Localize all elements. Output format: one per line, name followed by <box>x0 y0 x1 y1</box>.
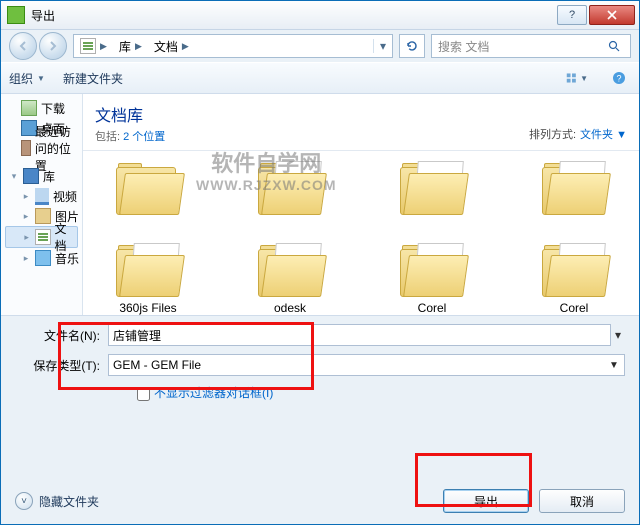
window-title: 导出 <box>31 7 555 24</box>
refresh-icon <box>405 39 419 53</box>
view-mode-button[interactable]: ▼ <box>565 67 589 89</box>
breadcrumb-label: 库 <box>119 38 131 55</box>
folder-icon <box>254 159 326 215</box>
folder-label: 360js Files <box>119 301 176 315</box>
sidebar-item-music[interactable]: ▸ 音乐 <box>1 248 82 268</box>
sidebar-item-label: 音乐 <box>55 250 79 267</box>
divider <box>83 150 639 151</box>
folder-icon <box>112 159 184 215</box>
dialog-body: 下载 桌面 最近访问的位置 ▾ 库 ▸ 视频 ▸ <box>1 94 639 316</box>
toolbar: 组织 ▼ 新建文件夹 ▼ ? <box>1 62 639 94</box>
svg-text:?: ? <box>616 74 621 84</box>
help-toolbar-button[interactable]: ? <box>607 67 631 89</box>
nav-bar: ▶ 库 ▶ 文档 ▶ ▾ 搜索 文档 <box>1 30 639 62</box>
new-folder-button[interactable]: 新建文件夹 <box>63 70 123 87</box>
sidebar-item-label: 最近访问的位置 <box>35 123 82 174</box>
window-controls: ? <box>555 5 635 25</box>
title-bar: 导出 ? <box>1 1 639 30</box>
footer: ˅ 隐藏文件夹 导出 取消 <box>1 478 639 524</box>
annotation-rect <box>58 322 314 390</box>
folder-item[interactable]: Corel <box>377 241 487 315</box>
folder-item[interactable] <box>519 159 629 235</box>
document-icon <box>80 38 96 54</box>
view-icon <box>566 71 578 85</box>
folder-item[interactable]: odesk <box>235 241 345 315</box>
folder-item[interactable]: Corel <box>519 241 629 315</box>
folder-icon <box>538 241 610 297</box>
library-title: 文档库 <box>95 102 529 126</box>
folder-item[interactable] <box>377 159 487 235</box>
help-icon: ? <box>612 71 626 85</box>
folder-label: odesk <box>274 301 306 315</box>
sidebar: 下载 桌面 最近访问的位置 ▾ 库 ▸ 视频 ▸ <box>1 94 83 315</box>
document-icon <box>35 229 50 245</box>
organize-menu[interactable]: 组织 ▼ <box>9 70 45 87</box>
sort-label: 排列方式: <box>529 126 576 142</box>
expand-icon[interactable]: ▾ <box>9 171 19 182</box>
libraries-icon <box>23 168 39 184</box>
expand-icon[interactable]: ▸ <box>21 253 31 264</box>
folder-item[interactable]: 360js Files <box>93 241 203 315</box>
folder-label: Corel <box>418 301 447 315</box>
pictures-icon <box>35 208 51 224</box>
folder-item[interactable] <box>93 159 203 235</box>
breadcrumb-root[interactable]: ▶ <box>74 35 113 57</box>
search-icon <box>608 40 620 52</box>
file-grid[interactable]: 360js Files odesk Corel Corel <box>83 153 639 315</box>
hidden-folders-toggle[interactable]: ˅ 隐藏文件夹 <box>15 492 99 510</box>
breadcrumb-dropdown[interactable]: ▾ <box>373 39 392 53</box>
sidebar-item-recent[interactable]: 最近访问的位置 <box>1 138 82 158</box>
breadcrumb-label: 文档 <box>154 38 178 55</box>
sidebar-item-documents[interactable]: ▸ 文档 <box>5 226 78 248</box>
search-placeholder: 搜索 文档 <box>438 38 608 55</box>
breadcrumb[interactable]: ▶ 库 ▶ 文档 ▶ ▾ <box>73 34 393 58</box>
videos-icon <box>35 188 49 205</box>
breadcrumb-seg-lib[interactable]: 库 ▶ <box>113 35 148 57</box>
expand-icon[interactable]: ▸ <box>22 232 31 243</box>
sidebar-item-label: 库 <box>43 168 55 185</box>
library-locations-link[interactable]: 2 个位置 <box>123 131 165 143</box>
library-subtitle: 包括: 2 个位置 <box>95 128 529 144</box>
sidebar-item-downloads[interactable]: 下载 <box>1 98 82 118</box>
forward-button[interactable] <box>39 32 67 60</box>
refresh-button[interactable] <box>399 34 425 58</box>
main-pane: 文档库 包括: 2 个位置 排列方式: 文件夹 ▼ <box>83 94 639 315</box>
close-icon <box>606 10 618 20</box>
expand-icon[interactable]: ▸ <box>21 211 31 222</box>
arrow-right-icon <box>47 40 59 52</box>
breadcrumb-seg-docs[interactable]: 文档 ▶ <box>148 35 195 57</box>
filename-dropdown[interactable]: ▾ <box>611 328 625 342</box>
search-input[interactable]: 搜索 文档 <box>431 34 631 58</box>
new-folder-label: 新建文件夹 <box>63 70 123 87</box>
close-button[interactable] <box>589 5 635 25</box>
recent-icon <box>21 140 31 156</box>
folder-icon <box>254 241 326 297</box>
cancel-button[interactable]: 取消 <box>539 489 625 513</box>
sidebar-item-label: 视频 <box>53 188 77 205</box>
folder-item[interactable] <box>235 159 345 235</box>
sidebar-item-videos[interactable]: ▸ 视频 <box>1 186 82 206</box>
music-icon <box>35 250 51 266</box>
downloads-icon <box>21 100 37 116</box>
library-header: 文档库 包括: 2 个位置 排列方式: 文件夹 ▼ <box>83 94 639 146</box>
hidden-folders-label: 隐藏文件夹 <box>39 493 99 510</box>
folder-icon <box>538 159 610 215</box>
organize-label: 组织 <box>9 70 33 87</box>
folder-icon <box>112 241 184 297</box>
chevron-up-icon: ˅ <box>15 492 33 510</box>
expand-icon[interactable]: ▸ <box>21 191 31 202</box>
arrow-left-icon <box>17 40 29 52</box>
folder-icon <box>396 241 468 297</box>
sort-by: 排列方式: 文件夹 ▼ <box>529 102 627 144</box>
app-icon <box>7 6 25 24</box>
sidebar-item-label: 下载 <box>41 100 65 117</box>
annotation-rect <box>415 453 532 507</box>
folder-icon <box>396 159 468 215</box>
export-dialog: 导出 ? ▶ 库 ▶ 文档 <box>0 0 640 525</box>
back-button[interactable] <box>9 32 37 60</box>
folder-label: Corel <box>560 301 589 315</box>
help-button[interactable]: ? <box>557 5 587 25</box>
chevron-down-icon: ▼ <box>606 357 622 373</box>
sort-value-link[interactable]: 文件夹 ▼ <box>580 126 627 142</box>
